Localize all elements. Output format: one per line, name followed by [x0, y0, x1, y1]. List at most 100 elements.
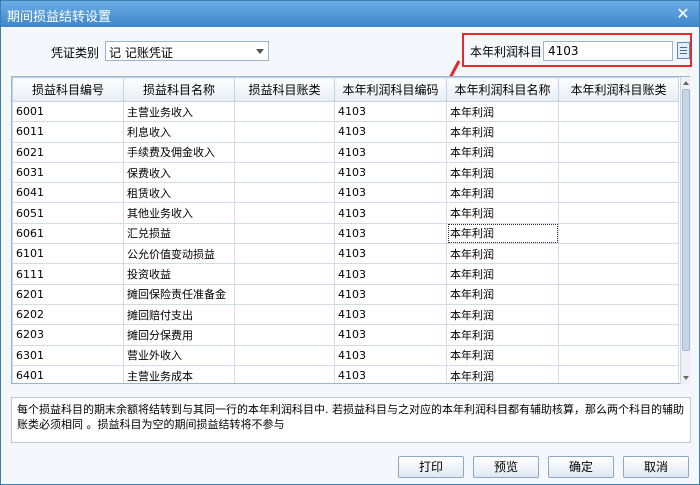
table-cell[interactable]: 本年利润 — [446, 364, 559, 383]
table-cell[interactable]: 4103 — [334, 121, 447, 143]
table-cell[interactable]: 主营业务收入 — [123, 100, 235, 123]
table-row[interactable]: 6021 手续费及佣金收入 4103 本年利润 — [12, 141, 679, 163]
ok-button[interactable]: 确定 — [548, 456, 614, 478]
table-cell[interactable]: 6031 — [12, 161, 124, 184]
table-cell[interactable]: 本年利润 — [446, 283, 559, 305]
table-cell[interactable]: 4103 — [334, 364, 447, 383]
table-cell[interactable] — [234, 141, 335, 163]
table-cell[interactable]: 6401 — [12, 364, 124, 383]
table-cell[interactable]: 6203 — [12, 324, 124, 346]
table-cell[interactable] — [234, 121, 335, 143]
table-cell[interactable] — [558, 121, 679, 143]
table-cell[interactable]: 4103 — [334, 283, 447, 305]
table-cell[interactable] — [234, 344, 335, 366]
table-cell[interactable] — [234, 263, 335, 285]
table-cell[interactable] — [558, 100, 679, 123]
table-cell[interactable]: 6041 — [12, 182, 124, 204]
table-cell[interactable] — [558, 324, 679, 346]
table-row[interactable]: 6051 其他业务收入 4103 本年利润 — [12, 202, 679, 224]
table-row[interactable]: 6202 摊回赔付支出 4103 本年利润 — [12, 303, 679, 326]
table-cell[interactable]: 6011 — [12, 121, 124, 143]
table-row[interactable]: 6101 公允价值变动损益 4103 本年利润 — [12, 243, 679, 265]
table-cell[interactable]: 本年利润 — [446, 222, 559, 245]
table-cell[interactable] — [558, 182, 679, 204]
table-cell[interactable]: 6021 — [12, 141, 124, 163]
table-cell[interactable]: 汇兑损益 — [123, 222, 235, 245]
column-header[interactable]: 本年利润科目账类 — [558, 77, 679, 102]
table-cell[interactable]: 本年利润 — [446, 100, 559, 123]
table-row[interactable]: 6201 摊回保险责任准备金 4103 本年利润 — [12, 283, 679, 305]
table-cell[interactable] — [558, 141, 679, 163]
table-row[interactable]: 6301 营业外收入 4103 本年利润 — [12, 344, 679, 366]
scroll-down-icon[interactable] — [683, 376, 689, 380]
column-header[interactable]: 本年利润科目编码 — [334, 77, 447, 102]
table-cell[interactable]: 本年利润 — [446, 303, 559, 326]
table-cell[interactable] — [558, 364, 679, 383]
table-cell[interactable]: 6111 — [12, 263, 124, 285]
preview-button[interactable]: 预览 — [473, 456, 539, 478]
table-row[interactable]: 6111 投资收益 4103 本年利润 — [12, 263, 679, 285]
table-cell[interactable]: 本年利润 — [446, 263, 559, 285]
table-cell[interactable]: 4103 — [334, 303, 447, 326]
table-cell[interactable]: 营业外收入 — [123, 344, 235, 366]
table-cell[interactable]: 主营业务成本 — [123, 364, 235, 383]
column-header[interactable]: 本年利润科目名称 — [446, 77, 559, 102]
table-cell[interactable] — [234, 324, 335, 346]
table-row[interactable]: 6001 主营业务收入 4103 本年利润 — [12, 100, 679, 123]
table-cell[interactable] — [234, 283, 335, 305]
table-cell[interactable]: 摊回赔付支出 — [123, 303, 235, 326]
table-cell[interactable]: 摊回分保费用 — [123, 324, 235, 346]
table-cell[interactable] — [558, 222, 679, 245]
scroll-thumb[interactable] — [682, 89, 690, 351]
table-cell[interactable]: 4103 — [334, 263, 447, 285]
column-header[interactable]: 损益科目编号 — [12, 77, 124, 102]
table-cell[interactable] — [558, 161, 679, 184]
table-row[interactable]: 6061 汇兑损益 4103 本年利润 — [12, 222, 679, 245]
table-cell[interactable]: 4103 — [334, 161, 447, 184]
table-cell[interactable]: 4103 — [334, 100, 447, 123]
table-cell[interactable] — [558, 243, 679, 265]
table-cell[interactable]: 4103 — [334, 344, 447, 366]
table-row[interactable]: 6203 摊回分保费用 4103 本年利润 — [12, 324, 679, 346]
table-cell[interactable] — [234, 303, 335, 326]
table-cell[interactable]: 4103 — [334, 141, 447, 163]
table-cell[interactable]: 公允价值变动损益 — [123, 243, 235, 265]
vertical-scrollbar[interactable] — [680, 77, 691, 384]
table-cell[interactable]: 4103 — [334, 324, 447, 346]
table-cell[interactable]: 本年利润 — [446, 121, 559, 143]
table-cell[interactable]: 6061 — [12, 222, 124, 245]
table-cell[interactable] — [234, 182, 335, 204]
table-cell[interactable]: 本年利润 — [446, 202, 559, 224]
table-cell[interactable]: 6001 — [12, 100, 124, 123]
cancel-button[interactable]: 取消 — [623, 456, 689, 478]
table-cell[interactable] — [558, 283, 679, 305]
table-cell[interactable] — [234, 364, 335, 383]
table-cell[interactable]: 手续费及佣金收入 — [123, 141, 235, 163]
table-cell[interactable] — [234, 202, 335, 224]
table-cell[interactable] — [234, 161, 335, 184]
table-cell[interactable]: 6201 — [12, 283, 124, 305]
table-cell[interactable]: 6101 — [12, 243, 124, 265]
table-row[interactable]: 6031 保费收入 4103 本年利润 — [12, 161, 679, 184]
table-cell[interactable] — [234, 100, 335, 123]
table-cell[interactable]: 投资收益 — [123, 263, 235, 285]
table-cell[interactable]: 本年利润 — [446, 182, 559, 204]
table-row[interactable]: 6041 租赁收入 4103 本年利润 — [12, 182, 679, 204]
table-cell[interactable]: 本年利润 — [446, 344, 559, 366]
table-cell[interactable]: 利息收入 — [123, 121, 235, 143]
table-cell[interactable]: 4103 — [334, 222, 447, 245]
scroll-up-icon[interactable] — [683, 81, 689, 85]
table-cell[interactable]: 本年利润 — [446, 324, 559, 346]
table-row[interactable]: 6011 利息收入 4103 本年利润 — [12, 121, 679, 143]
table-cell[interactable]: 6301 — [12, 344, 124, 366]
table-cell[interactable] — [558, 303, 679, 326]
column-header[interactable]: 损益科目名称 — [123, 77, 235, 102]
table-cell[interactable] — [234, 222, 335, 245]
table-cell[interactable] — [558, 263, 679, 285]
table-cell[interactable]: 4103 — [334, 202, 447, 224]
table-cell[interactable]: 保费收入 — [123, 161, 235, 184]
table-cell[interactable]: 摊回保险责任准备金 — [123, 283, 235, 305]
table-cell[interactable]: 租赁收入 — [123, 182, 235, 204]
table-cell[interactable]: 4103 — [334, 243, 447, 265]
table-row[interactable]: 6401 主营业务成本 4103 本年利润 — [12, 364, 679, 383]
